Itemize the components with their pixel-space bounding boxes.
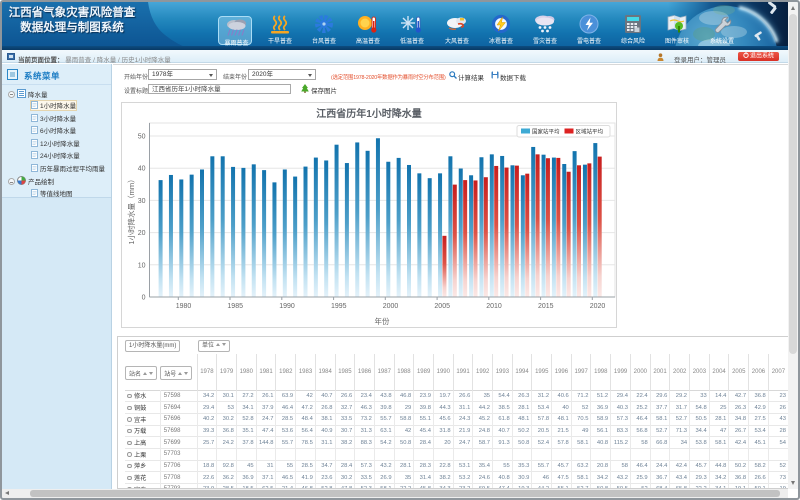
svg-text:1980: 1980 bbox=[176, 303, 192, 310]
svg-text:10: 10 bbox=[138, 262, 146, 269]
svg-text:2015: 2015 bbox=[538, 303, 554, 310]
svg-text:2000: 2000 bbox=[383, 303, 399, 310]
svg-text:2005: 2005 bbox=[434, 303, 450, 310]
svg-text:1小时降水量（mm）: 1小时降水量（mm） bbox=[126, 175, 136, 244]
svg-text:0: 0 bbox=[142, 295, 146, 302]
svg-text:1985: 1985 bbox=[227, 303, 243, 310]
svg-text:1990: 1990 bbox=[279, 303, 295, 310]
svg-text:年份: 年份 bbox=[375, 316, 390, 326]
svg-text:2020: 2020 bbox=[590, 303, 606, 310]
svg-text:2010: 2010 bbox=[486, 303, 502, 310]
svg-text:20: 20 bbox=[138, 230, 146, 237]
svg-text:50: 50 bbox=[138, 134, 146, 141]
svg-text:区域站平均: 区域站平均 bbox=[576, 128, 604, 136]
svg-text:40: 40 bbox=[138, 166, 146, 173]
svg-text:1995: 1995 bbox=[331, 303, 347, 310]
svg-text:30: 30 bbox=[138, 198, 146, 205]
svg-text:国家站平均: 国家站平均 bbox=[532, 128, 560, 136]
svg-text:江西省历年1小时降水量: 江西省历年1小时降水量 bbox=[316, 107, 422, 120]
